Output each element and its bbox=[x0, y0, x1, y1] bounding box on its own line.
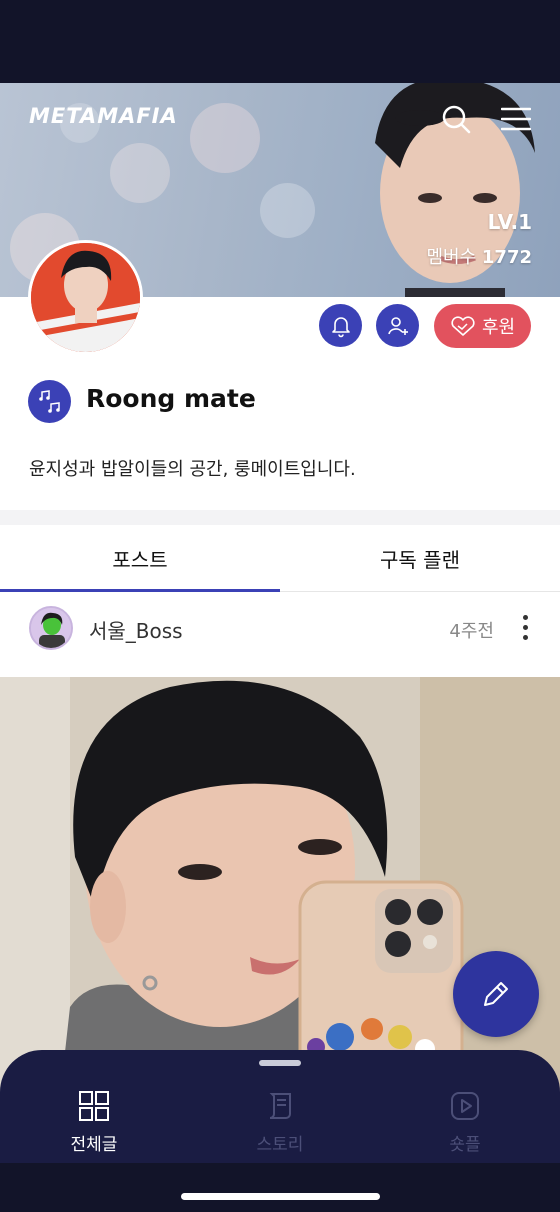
community-description: 윤지성과 밥알이들의 공간, 룽메이트입니다. bbox=[29, 459, 356, 480]
community-name: Roong mate bbox=[86, 384, 256, 413]
join-button[interactable] bbox=[376, 304, 419, 347]
nav-item-all-posts[interactable]: 전체글 bbox=[34, 1090, 154, 1155]
music-notes-icon bbox=[38, 389, 60, 413]
community-avatar[interactable] bbox=[28, 240, 143, 355]
status-bar bbox=[0, 0, 560, 83]
section-divider bbox=[0, 510, 560, 525]
nav-item-story[interactable]: 스토리 bbox=[220, 1090, 340, 1155]
search-icon[interactable] bbox=[440, 103, 472, 135]
tab-posts[interactable]: 포스트 bbox=[0, 525, 280, 592]
write-post-button[interactable] bbox=[453, 951, 539, 1037]
post-timestamp: 4주전 bbox=[449, 621, 494, 642]
post-header: 서울_Boss 4주전 bbox=[0, 593, 560, 677]
app-screen: METAMAFIA LV.1 멤버수 1772 후원 Roong mate 윤지… bbox=[0, 0, 560, 1212]
home-indicator[interactable] bbox=[181, 1193, 380, 1200]
scroll-icon bbox=[269, 1093, 291, 1119]
system-bottom-bar bbox=[0, 1163, 560, 1212]
sponsor-button[interactable]: 후원 bbox=[434, 304, 531, 348]
member-count: 멤버수 1772 bbox=[426, 243, 532, 269]
post-author-avatar[interactable] bbox=[29, 606, 73, 650]
community-music-badge bbox=[28, 380, 71, 423]
member-count-value: 1772 bbox=[481, 247, 532, 268]
nav-label-shorts: 숏플 bbox=[449, 1135, 481, 1155]
add-user-icon bbox=[387, 316, 408, 335]
member-count-label: 멤버수 bbox=[426, 247, 477, 268]
heart-handshake-icon bbox=[451, 316, 475, 336]
post-author-name[interactable]: 서울_Boss bbox=[89, 615, 183, 644]
level-badge: LV.1 bbox=[487, 210, 532, 234]
tab-subscription-plan[interactable]: 구독 플랜 bbox=[280, 525, 560, 591]
app-logo: METAMAFIA bbox=[29, 104, 178, 128]
post-image[interactable] bbox=[0, 677, 560, 1097]
notification-button[interactable] bbox=[319, 304, 362, 347]
play-icon bbox=[451, 1092, 479, 1120]
content-tabs: 포스트 구독 플랜 bbox=[0, 525, 560, 592]
grid-icon bbox=[79, 1091, 109, 1121]
more-options-icon[interactable] bbox=[520, 615, 530, 643]
nav-label-all-posts: 전체글 bbox=[70, 1135, 118, 1155]
bell-icon bbox=[331, 316, 350, 337]
nav-label-story: 스토리 bbox=[256, 1135, 304, 1155]
sheet-handle[interactable] bbox=[259, 1060, 301, 1066]
menu-icon[interactable] bbox=[500, 103, 532, 135]
nav-item-shorts[interactable]: 숏플 bbox=[405, 1090, 525, 1155]
pencil-icon bbox=[484, 982, 508, 1006]
sponsor-label: 후원 bbox=[481, 317, 516, 338]
